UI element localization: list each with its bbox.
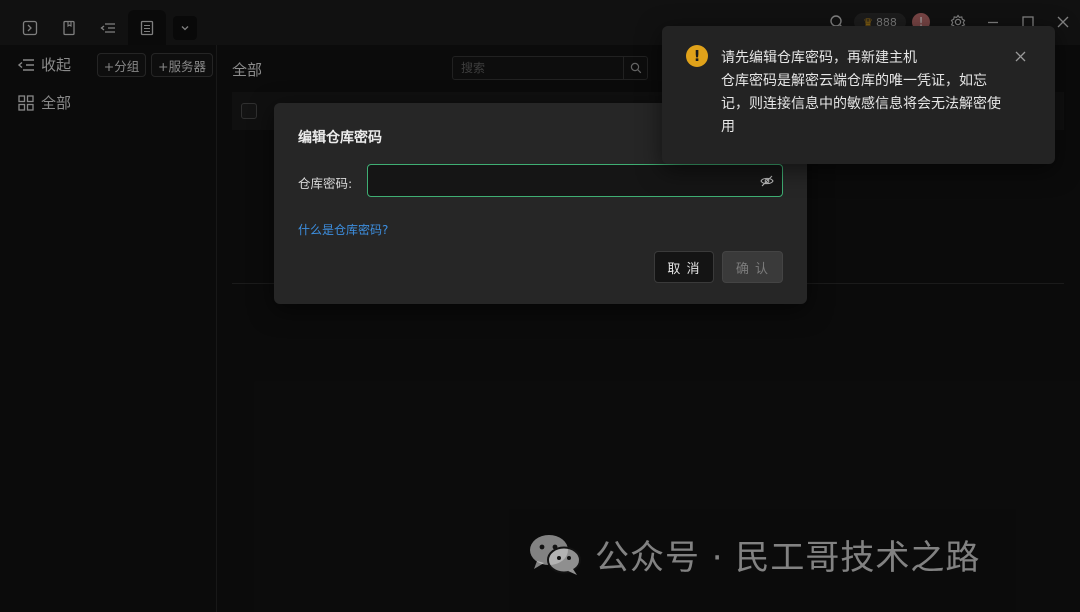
notification-close-button[interactable]: [1012, 48, 1028, 64]
confirm-button[interactable]: 确 认: [722, 251, 783, 283]
watermark-text: 公众号 · 民工哥技术之路: [595, 537, 981, 578]
warning-icon: !: [686, 45, 708, 67]
what-is-password-link[interactable]: 什么是仓库密码?: [298, 221, 388, 238]
warning-notification: ! 请先编辑仓库密码，再新建主机 仓库密码是解密云端仓库的唯一凭证，如忘记，则连…: [662, 26, 1055, 164]
password-field: [367, 164, 783, 197]
watermark: 公众号 · 民工哥技术之路: [527, 530, 980, 578]
dialog-title: 编辑仓库密码: [298, 130, 382, 146]
notification-title: 请先编辑仓库密码，再新建主机: [721, 50, 917, 66]
password-input[interactable]: [368, 165, 752, 196]
wechat-icon: [530, 535, 581, 575]
cancel-button[interactable]: 取 消: [654, 251, 714, 283]
password-field-label: 仓库密码:: [298, 176, 353, 191]
notification-body: 仓库密码是解密云端仓库的唯一凭证，如忘记，则连接信息中的敏感信息将会无法解密使用: [721, 73, 1001, 135]
toggle-visibility-button[interactable]: [752, 174, 782, 188]
close-icon: [1015, 51, 1025, 61]
eye-off-icon: [760, 175, 774, 186]
